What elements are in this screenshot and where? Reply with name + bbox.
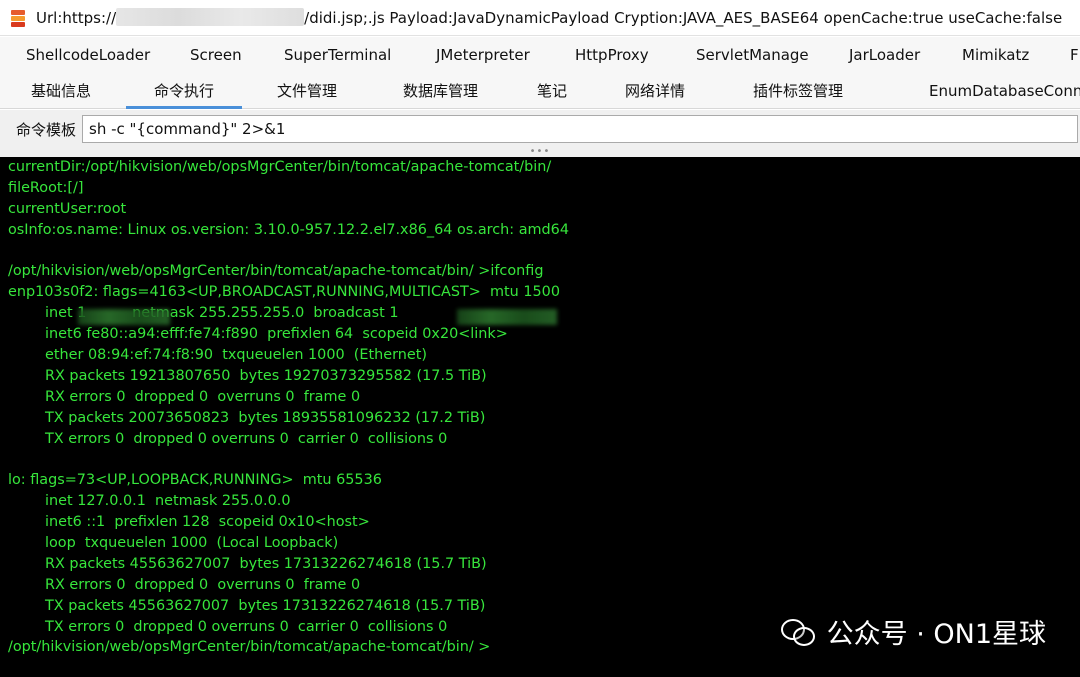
redacted-ip <box>78 309 170 325</box>
console-line: currentDir:/opt/hikvision/web/opsMgrCent… <box>8 159 552 175</box>
wechat-icon <box>780 617 817 647</box>
command-template-input[interactable] <box>82 115 1079 143</box>
console-line: inet6 ::1 prefixlen 128 scopeid 0x10<hos… <box>45 514 370 531</box>
console-line: TX errors 0 dropped 0 overruns 0 carrier… <box>45 430 448 447</box>
title-bar: Url:https:// /didi.jsp;.js Payload:JavaDy… <box>0 0 1080 36</box>
console-line: inet6 fe80::a94:efff:fe74:f890 prefixlen… <box>45 326 508 343</box>
tab-screen[interactable]: Screen <box>190 37 242 73</box>
terminal-output[interactable]: currentDir:/opt/hikvision/web/opsMgrCent… <box>0 157 1080 677</box>
tab-jmeterpreter[interactable]: JMeterpreter <box>436 37 530 73</box>
main-tab-bar: 基础信息 命令执行 文件管理 数据库管理 笔记 网络详情 插件标签管理 Enum… <box>0 73 1080 109</box>
title-suffix: /didi.jsp;.js Payload:JavaDynamicPayload… <box>304 9 1063 27</box>
console-line: ether 08:94:ef:74:f8:90 txqueuelen 1000 … <box>45 347 428 364</box>
tab-servletmanage[interactable]: ServletManage <box>696 37 809 73</box>
split-pane-divider[interactable]: ••• <box>0 147 1080 157</box>
console-line: lo: flags=73<UP,LOOPBACK,RUNNING> mtu 65… <box>8 472 382 489</box>
tab-notes[interactable]: 笔记 <box>537 73 567 109</box>
tab-file-manager[interactable]: 文件管理 <box>277 73 337 109</box>
wechat-watermark: 公众号 · ON1星球 <box>780 612 1046 651</box>
tab-network-details[interactable]: 网络详情 <box>625 73 685 109</box>
tab-basic-info[interactable]: 基础信息 <box>31 73 91 109</box>
tab-database-manager[interactable]: 数据库管理 <box>403 73 478 109</box>
tab-superterminal[interactable]: SuperTerminal <box>284 37 391 73</box>
console-line: osInfo:os.name: Linux os.version: 3.10.0… <box>8 221 569 238</box>
console-line: enp103s0f2: flags=4163<UP,BROADCAST,RUNN… <box>8 284 560 301</box>
redacted-broadcast <box>457 309 557 325</box>
console-line: /opt/hikvision/web/opsMgrCenter/bin/tomc… <box>8 263 544 280</box>
command-template-label: 命令模板 <box>16 120 77 139</box>
tab-overflow[interactable]: F <box>1070 37 1079 73</box>
console-line: currentUser:root <box>8 200 127 217</box>
console-line: loop txqueuelen 1000 (Local Loopback) <box>45 535 339 552</box>
console-line: fileRoot:[/] <box>8 179 84 196</box>
redacted-host <box>116 8 305 26</box>
console-line: RX errors 0 dropped 0 overruns 0 frame 0 <box>45 388 361 405</box>
tab-jarloader[interactable]: JarLoader <box>849 37 920 73</box>
command-template-row: 命令模板 <box>0 110 1080 148</box>
plugin-tab-bar: ShellcodeLoader Screen SuperTerminal JMe… <box>0 37 1080 73</box>
tab-httpproxy[interactable]: HttpProxy <box>575 37 649 73</box>
tab-plugin-tag-manager[interactable]: 插件标签管理 <box>753 73 843 109</box>
watermark-text: 公众号 · ON1星球 <box>826 619 1046 650</box>
tab-mimikatz[interactable]: Mimikatz <box>962 37 1029 73</box>
console-line: RX errors 0 dropped 0 overruns 0 frame 0 <box>45 576 361 593</box>
app-icon <box>8 8 28 28</box>
console-line: inet 127.0.0.1 netmask 255.0.0.0 <box>45 493 291 510</box>
title-prefix: Url:https:// <box>36 9 117 27</box>
window-title: Url:https:// /didi.jsp;.js Payload:JavaDy… <box>36 8 1062 27</box>
console-line: TX packets 20073650823 bytes 18935581096… <box>45 409 486 426</box>
tab-command-exec[interactable]: 命令执行 <box>125 73 243 109</box>
console-line: RX packets 19213807650 bytes 19270373295… <box>45 367 487 384</box>
tab-shellcodeloader[interactable]: ShellcodeLoader <box>26 37 150 73</box>
console-line: RX packets 45563627007 bytes 17313226274… <box>45 555 487 572</box>
tab-enumdatabaseconn[interactable]: EnumDatabaseConn <box>929 73 1080 109</box>
